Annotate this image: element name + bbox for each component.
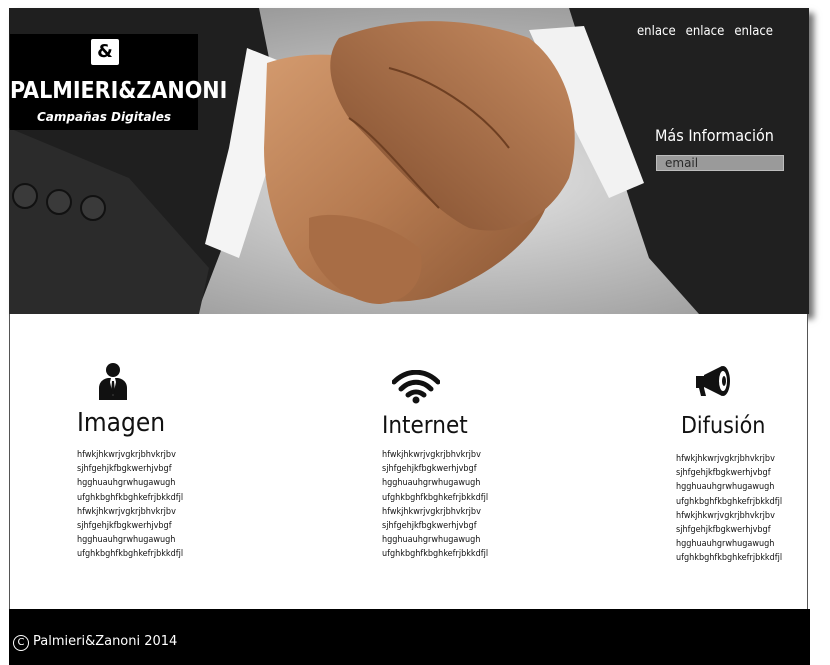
text-line: hfwkjhkwrjvgkrjbhvkrjbv <box>676 454 775 464</box>
text-line: sjhfgehjkfbgkwerhjvbgf <box>676 468 771 479</box>
text-line: ufghkbghfkbghkefrjbkkdfjl <box>77 549 184 560</box>
more-info-label: Más Información <box>655 126 774 145</box>
feature-text: hfwkjhkwrjvgkrjbhvkrjbv sjhfgehjkfbgkwer… <box>77 448 183 562</box>
text-line: hfwkjhkwrjvgkrjbhvkrjbv <box>77 506 176 517</box>
user-icon <box>99 363 127 400</box>
text-line: hgghuauhgrwhugawugh <box>676 482 775 493</box>
text-line: hgghuauhgrwhugawugh <box>382 478 481 489</box>
text-line: hfwkjhkwrjvgkrjbhvkrjbv <box>676 510 775 521</box>
footer: C Palmieri&Zanoni 2014 <box>9 609 810 665</box>
top-nav: enlace enlace enlace <box>637 24 773 39</box>
text-line: hgghuauhgrwhugawugh <box>77 535 176 546</box>
text-line: hgghuauhgrwhugawugh <box>382 535 481 546</box>
text-line: sjhfgehjkfbgkwerhjvbgf <box>382 464 477 475</box>
text-line: ufghkbghfkbghkefrjbkkdfjl <box>382 492 489 503</box>
text-line: hgghuauhgrwhugawugh <box>676 539 775 550</box>
footer-copyright: Palmieri&Zanoni 2014 <box>33 634 178 649</box>
text-line: sjhfgehjkfbgkwerhjvbgf <box>77 521 172 532</box>
features-section: Imagen hfwkjhkwrjvgkrjbhvkrjbv sjhfgehjk… <box>9 314 808 609</box>
brand-name: PALMIERI&ZANONI <box>10 78 228 104</box>
email-field[interactable] <box>656 155 784 171</box>
text-line: hgghuauhgrwhugawugh <box>77 478 176 489</box>
text-line: sjhfgehjkfbgkwerhjvbgf <box>676 525 771 536</box>
text-line: hfwkjhkwrjvgkrjbhvkrjbv <box>77 450 176 460</box>
feature-title: Imagen <box>77 408 166 438</box>
text-line: ufghkbghfkbghkefrjbkkdfjl <box>676 496 783 507</box>
nav-link-2[interactable]: enlace <box>686 24 725 39</box>
logo-ampersand-icon: & <box>91 39 119 65</box>
text-line: sjhfgehjkfbgkwerhjvbgf <box>77 464 172 475</box>
text-line: ufghkbghfkbghkefrjbkkdfjl <box>382 549 489 560</box>
copyright-icon: C <box>13 635 29 651</box>
megaphone-icon <box>696 366 730 396</box>
wifi-icon <box>392 370 440 404</box>
text-line: hfwkjhkwrjvgkrjbhvkrjbv <box>382 506 481 517</box>
text-line: hfwkjhkwrjvgkrjbhvkrjbv <box>382 450 481 460</box>
nav-link-3[interactable]: enlace <box>734 24 773 39</box>
feature-text: hfwkjhkwrjvgkrjbhvkrjbv sjhfgehjkfbgkwer… <box>382 448 488 562</box>
feature-title: Internet <box>382 411 468 439</box>
text-line: sjhfgehjkfbgkwerhjvbgf <box>382 521 477 532</box>
hero-banner: & PALMIERI&ZANONI Campañas Digitales enl… <box>9 8 809 314</box>
nav-link-1[interactable]: enlace <box>637 24 676 39</box>
text-line: ufghkbghfkbghkefrjbkkdfjl <box>77 492 184 503</box>
feature-text: hfwkjhkwrjvgkrjbhvkrjbv sjhfgehjkfbgkwer… <box>676 452 782 566</box>
text-line: ufghkbghfkbghkefrjbkkdfjl <box>676 553 783 564</box>
feature-title: Difusión <box>681 413 766 439</box>
brand-tagline: Campañas Digitales <box>36 110 172 124</box>
brand-logo[interactable]: & PALMIERI&ZANONI Campañas Digitales <box>10 34 228 130</box>
